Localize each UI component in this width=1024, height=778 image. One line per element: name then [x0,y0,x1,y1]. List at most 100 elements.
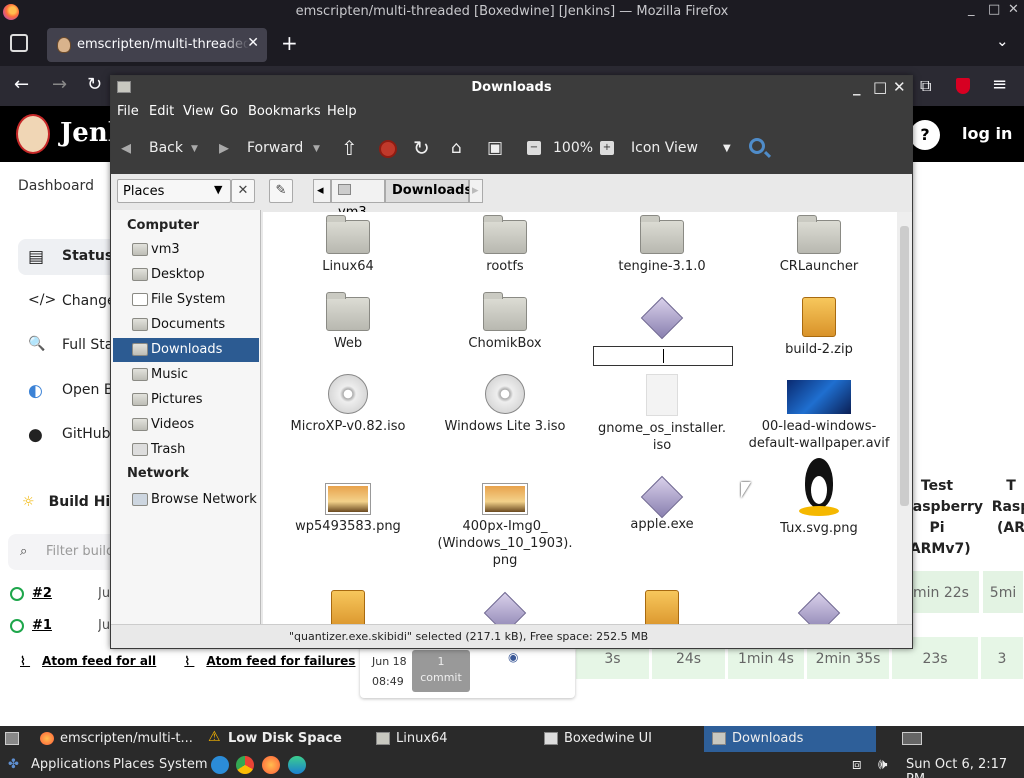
file-item[interactable] [744,591,894,624]
show-desktop-icon[interactable] [0,726,28,752]
maximize-button[interactable]: □ [873,78,887,96]
menu-applications[interactable]: Applications [31,757,110,772]
chrome-icon[interactable] [236,756,254,774]
close-sidebar-icon[interactable]: ✕ [231,179,255,203]
menu-go[interactable]: Go [220,104,238,119]
file-item[interactable]: Tux.svg.png [744,458,894,537]
file-item[interactable]: tengine-3.1.0 [587,215,737,275]
taskbar-item-low-disk-space[interactable]: ⚠ Low Disk Space [200,726,364,752]
stage-cell[interactable]: min 22s [902,570,980,614]
stage-cell[interactable]: 5mi [982,570,1024,614]
computer-icon[interactable]: ▣ [487,138,503,158]
list-tabs-button[interactable]: ⌄ [996,32,1009,50]
breadcrumb[interactable]: Dashboard [18,178,94,194]
sidebar-item-trash[interactable]: Trash [113,438,259,462]
workspace-switcher-icon[interactable] [898,726,926,752]
file-item[interactable]: CRLauncher [744,215,894,275]
forward-arrow-icon[interactable]: → [52,74,67,95]
file-item[interactable]: ChomikBox [430,292,580,352]
clock[interactable]: Sun Oct 6, 2:17 PM [906,757,1024,778]
sidebar-item-file-system[interactable]: File System [113,288,259,312]
file-item[interactable]: gnome_os_installer. iso [587,374,737,454]
file-item[interactable]: Web [273,292,423,352]
firefox-view-icon[interactable] [10,34,28,52]
atom-feed-failures-link[interactable]: ⌇ Atom feed for failures [184,654,367,668]
vscode-icon[interactable] [211,756,229,774]
info-icon[interactable]: ◉ [508,650,518,664]
file-item[interactable] [273,590,423,624]
zoom-in-icon[interactable]: + [600,141,614,155]
file-manager-titlebar[interactable]: Downloads _ □ ✕ [111,76,912,100]
taskbar-item-firefox[interactable]: emscripten/multi-t... [32,726,196,752]
new-tab-button[interactable]: + [281,31,298,55]
file-item[interactable]: build-2.zip [744,297,894,358]
ublock-shield-icon[interactable] [956,78,970,94]
scrollbar[interactable] [897,212,912,624]
sidebar-item-browse-network[interactable]: Browse Network [113,488,259,512]
tab-jenkins[interactable]: emscripten/multi-threaded [ ✕ [47,28,267,62]
file-item[interactable] [430,591,580,624]
build-run-2[interactable]: #2 Ju [10,586,110,601]
extensions-icon[interactable]: ⧉ [920,76,931,96]
sidebar-item-videos[interactable]: Videos [113,413,259,437]
sidebar-item-documents[interactable]: Documents [113,313,259,337]
volume-icon[interactable]: 🕪 [878,755,887,773]
firefox-icon[interactable] [262,756,280,774]
edit-location-icon[interactable]: ✎ [269,179,293,203]
file-item[interactable] [587,590,737,624]
menu-help[interactable]: Help [327,104,357,119]
sidebar-item-music[interactable]: Music [113,363,259,387]
build-run-1[interactable]: #1 Ju [10,618,110,633]
menu-places[interactable]: Places [113,757,154,772]
stage-cell[interactable]: 3 [980,636,1024,680]
back-arrow-icon[interactable]: ← [14,74,29,95]
file-item[interactable]: apple.exe [587,475,737,533]
chevron-down-icon[interactable]: ▼ [313,144,320,154]
help-icon[interactable]: ? [910,120,940,150]
home-folder-icon[interactable]: ⌂ [451,138,462,158]
menu-file[interactable]: File [117,104,139,119]
path-segment-vm3[interactable]: vm3 [331,179,385,220]
minimize-button[interactable]: _ [968,2,975,17]
close-button[interactable]: ✕ [1008,2,1019,17]
file-item-renaming[interactable] [587,296,737,340]
file-item[interactable]: MicroXP-v0.82.iso [273,374,423,435]
file-item[interactable]: rootfs [430,215,580,275]
zoom-out-icon[interactable]: − [527,141,541,155]
build-commit-box[interactable]: Jun 18 08:49 1 commit ◉ [360,646,575,698]
filter-builds-input[interactable]: ⌕ Filter build [8,534,118,570]
menu-bookmarks[interactable]: Bookmarks [248,104,321,119]
edge-dev-icon[interactable] [288,756,306,774]
menu-view[interactable]: View [183,104,214,119]
menu-hamburger-icon[interactable]: ≡ [992,74,1007,95]
file-item[interactable]: 400px-Img0_ (Windows_10_1903). png [430,476,580,569]
path-segment-downloads[interactable]: Downloads [385,179,472,203]
taskbar-item-downloads[interactable]: Downloads [704,726,876,752]
tab-close-icon[interactable]: ✕ [247,35,259,51]
reload-icon[interactable]: ↻ [87,74,102,95]
boxedwine-tray-icon[interactable]: ⧈ [852,755,862,773]
search-icon[interactable] [749,138,765,154]
places-select[interactable]: Places ▼ [117,179,231,203]
taskbar-item-linux64[interactable]: Linux64 [368,726,532,752]
maximize-button[interactable]: □ [988,2,1000,17]
reload-icon[interactable]: ↻ [413,136,430,160]
path-right-arrow-icon[interactable]: ▸ [469,179,483,203]
rename-input[interactable] [593,346,733,366]
taskbar-item-boxedwine-ui[interactable]: Boxedwine UI [536,726,700,752]
menu-edit[interactable]: Edit [149,104,174,119]
sidebar-item-pictures[interactable]: Pictures [113,388,259,412]
menu-system[interactable]: System [159,757,207,772]
file-item[interactable]: 00-lead-windows- default-wallpaper.avif [744,374,894,452]
sidebar-item-downloads[interactable]: Downloads [113,338,259,362]
up-arrow-icon[interactable]: ⇧ [341,136,358,160]
sidebar-item-vm3[interactable]: vm3 [113,238,259,262]
stop-icon[interactable] [379,140,397,158]
atom-feed-all-link[interactable]: ⌇ Atom feed for all [20,654,168,668]
minimize-button[interactable]: _ [853,78,861,96]
file-item[interactable]: Linux64 [273,215,423,275]
jenkins-logo-icon[interactable] [16,114,50,154]
sidebar-item-desktop[interactable]: Desktop [113,263,259,287]
scrollbar-thumb[interactable] [900,226,909,506]
commit-badge[interactable]: 1 commit [412,650,470,692]
